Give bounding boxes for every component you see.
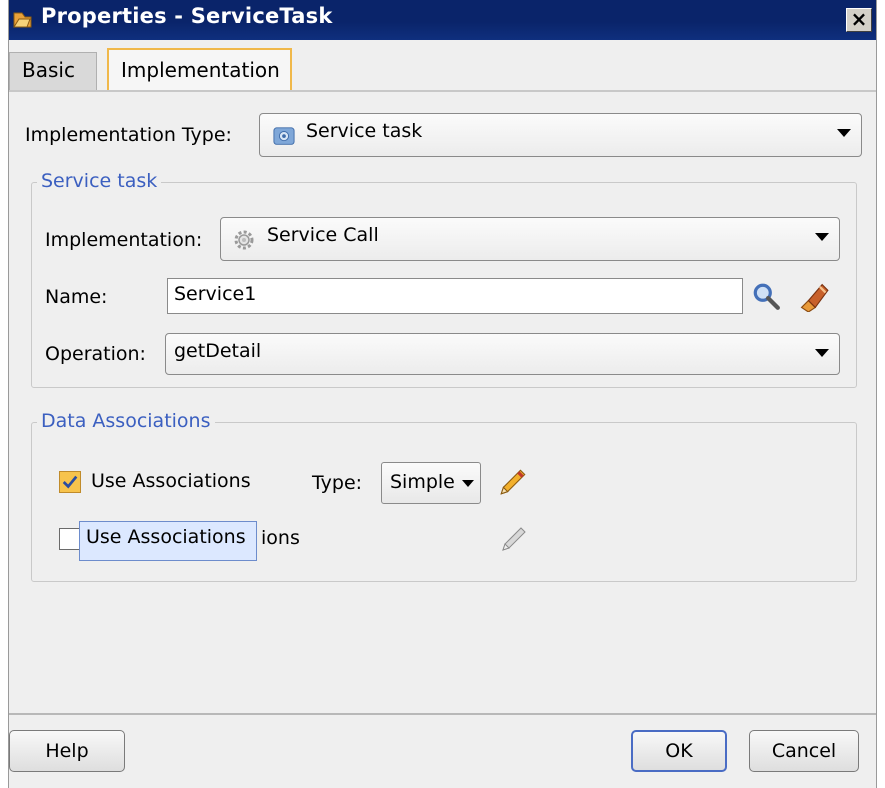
ok-button[interactable]: OK — [631, 730, 727, 772]
gear-icon — [234, 230, 254, 250]
use-output-associations-checkbox[interactable] — [59, 528, 81, 550]
title-bar[interactable]: Properties - ServiceTask × — [9, 0, 876, 40]
implementation-type-label: Implementation Type: — [25, 124, 232, 146]
help-button[interactable]: Help — [9, 730, 125, 772]
use-output-associations-label: ions — [261, 527, 300, 549]
footer-separator — [9, 713, 876, 715]
use-associations-tooltip: Use Associations — [79, 521, 257, 561]
use-input-associations-label: Use Associations — [91, 470, 251, 492]
eraser-icon[interactable] — [797, 280, 829, 312]
name-label: Name: — [45, 286, 108, 308]
service-task-group-title: Service task — [37, 170, 162, 192]
tab-basic[interactable]: Basic — [9, 52, 97, 90]
implementation-label: Implementation: — [45, 229, 203, 251]
implementation-value: Service Call — [267, 224, 379, 246]
service-task-icon — [273, 127, 295, 145]
tab-strip: Basic Implementation — [9, 40, 876, 92]
close-button[interactable]: × — [846, 8, 872, 32]
edit-output-pencil-icon — [502, 527, 526, 551]
checkmark-icon — [62, 475, 78, 489]
chevron-down-icon — [815, 233, 829, 241]
chevron-down-icon — [837, 129, 851, 137]
cancel-button[interactable]: Cancel — [749, 730, 859, 772]
name-field[interactable]: Service1 — [167, 278, 743, 314]
tab-implementation[interactable]: Implementation — [107, 48, 292, 92]
tab-divider — [9, 90, 876, 92]
data-associations-group-title: Data Associations — [37, 410, 215, 432]
use-input-associations-checkbox[interactable] — [59, 471, 81, 493]
implementation-type-value: Service task — [306, 120, 423, 142]
properties-dialog: Properties - ServiceTask × Basic Impleme… — [8, 0, 877, 788]
edit-input-pencil-icon[interactable] — [497, 466, 529, 498]
close-icon: × — [850, 7, 868, 31]
operation-select[interactable]: getDetail — [165, 333, 840, 375]
operation-value: getDetail — [174, 340, 262, 362]
name-value: Service1 — [174, 283, 257, 305]
implementation-select[interactable]: Service Call — [220, 217, 840, 261]
chevron-down-icon — [462, 480, 474, 487]
chevron-down-icon — [815, 349, 829, 357]
properties-icon — [13, 12, 32, 28]
type-label: Type: — [312, 472, 363, 494]
search-icon[interactable] — [751, 281, 781, 311]
window-title: Properties - ServiceTask — [41, 4, 333, 28]
implementation-type-select[interactable]: Service task — [259, 113, 862, 157]
type-value: Simple — [390, 471, 455, 493]
operation-label: Operation: — [45, 343, 146, 365]
type-select[interactable]: Simple — [381, 462, 481, 504]
